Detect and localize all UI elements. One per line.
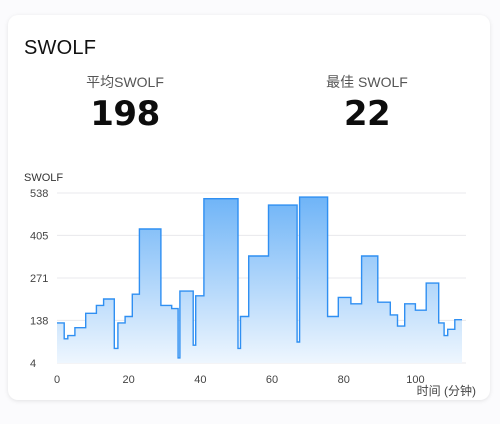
- y-tick-label: 538: [30, 188, 48, 200]
- y-tick-label: 138: [30, 315, 48, 327]
- x-tick-label: 80: [338, 374, 350, 386]
- y-tick-label: 4: [30, 358, 36, 370]
- x-axis-title: 时间 (分钟): [417, 383, 476, 398]
- y-tick-label: 271: [30, 273, 48, 285]
- x-tick-label: 40: [194, 374, 206, 386]
- y-axis-title: SWOLF: [24, 172, 63, 184]
- x-tick-label: 60: [266, 374, 278, 386]
- x-tick-label: 20: [123, 374, 135, 386]
- y-tick-label: 405: [30, 230, 48, 242]
- swolf-chart: 53840527113840 20 40 60 80 100 SWOLF 时间 (分钟): [24, 172, 476, 398]
- x-tick-label: 0: [54, 374, 60, 386]
